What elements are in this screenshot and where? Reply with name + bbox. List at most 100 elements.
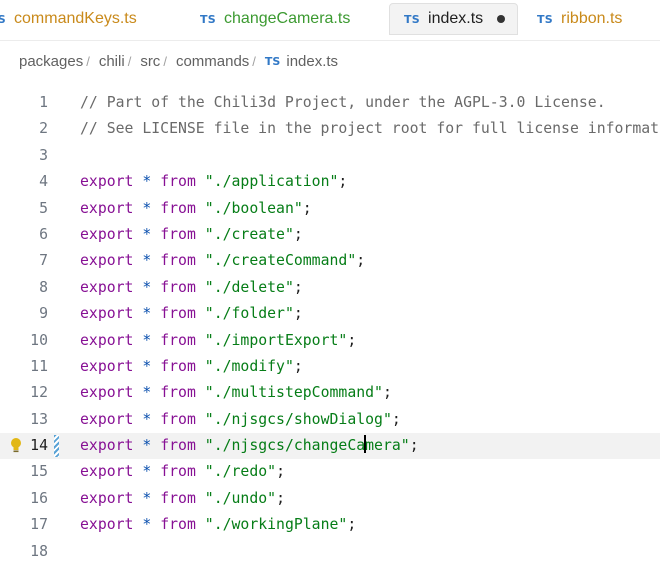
operator-star: * (142, 225, 152, 243)
code-line[interactable]: 16 export * from "./undo"; (0, 486, 660, 512)
line-number: 4 (39, 173, 48, 191)
string-literal: mera" (365, 437, 410, 455)
line-number: 1 (39, 94, 48, 111)
breadcrumb-item-src[interactable]: src (140, 53, 160, 70)
line-number: 11 (30, 357, 48, 375)
breadcrumb-item-file[interactable]: index.ts (286, 53, 338, 70)
keyword-from: from (160, 278, 196, 296)
code-text: export * from "./workingPlane"; (80, 512, 356, 538)
code-text: export * from "./multistepCommand"; (80, 380, 392, 406)
line-number: 9 (39, 305, 48, 323)
typescript-file-icon: TS (537, 12, 554, 26)
code-text: export * from "./undo"; (80, 486, 285, 512)
operator-star: * (142, 489, 152, 507)
code-text: export * from "./application"; (80, 169, 347, 195)
string-literal: "./createCommand" (204, 252, 357, 270)
code-line[interactable]: 6 export * from "./create"; (0, 222, 660, 248)
breadcrumb-item-packages[interactable]: packages (19, 53, 83, 70)
string-literal: "./undo" (204, 489, 277, 507)
code-line[interactable]: 15 export * from "./redo"; (0, 459, 660, 485)
punctuation-semicolon: ; (276, 489, 285, 507)
keyword-from: from (160, 199, 196, 217)
code-line[interactable]: 11 export * from "./modify"; (0, 354, 660, 380)
keyword-from: from (160, 173, 196, 191)
breadcrumb-item-chili[interactable]: chili (99, 53, 125, 70)
operator-star: * (142, 516, 152, 534)
keyword-export: export (80, 331, 134, 349)
keyword-from: from (160, 516, 196, 534)
breadcrumb-separator: / (163, 53, 167, 69)
breadcrumb-item-commands[interactable]: commands (176, 53, 249, 70)
breadcrumb-separator: / (252, 53, 256, 69)
code-editor[interactable]: 1 // Part of the Chili3d Project, under t… (0, 90, 660, 564)
string-literal: "./importExport" (204, 331, 348, 349)
code-text: export * from "./boolean"; (80, 196, 312, 222)
line-number: 12 (30, 384, 48, 402)
operator-star: * (142, 384, 152, 402)
string-literal: "./create" (204, 225, 294, 243)
typescript-file-icon: TS (404, 12, 421, 26)
code-line[interactable]: 7 export * from "./createCommand"; (0, 248, 660, 274)
operator-star: * (142, 357, 152, 375)
keyword-export: export (80, 173, 134, 191)
string-literal: "./delete" (204, 278, 294, 296)
keyword-export: export (80, 199, 134, 217)
code-line[interactable]: 10 export * from "./importExport"; (0, 328, 660, 354)
keyword-export: export (80, 410, 134, 428)
tab-changecamera[interactable]: TS changeCamera.ts (200, 3, 350, 35)
code-text: export * from "./njsgcs/showDialog"; (80, 407, 401, 433)
keyword-from: from (160, 331, 196, 349)
lightbulb-icon[interactable] (9, 437, 23, 455)
keyword-from: from (160, 489, 196, 507)
code-text: // See LICENSE file in the project root … (80, 116, 660, 142)
keyword-export: export (80, 278, 134, 296)
code-line[interactable]: 18 (0, 539, 660, 564)
code-line[interactable]: 3 (0, 143, 660, 169)
code-text: export * from "./createCommand"; (80, 248, 365, 274)
keyword-from: from (160, 463, 196, 481)
code-line[interactable]: 1 // Part of the Chili3d Project, under t… (0, 90, 660, 116)
typescript-file-icon: TS (264, 54, 281, 68)
code-line[interactable]: 12 export * from "./multistepCommand"; (0, 380, 660, 406)
tab-commandkeys[interactable]: TS commandKeys.ts (0, 3, 137, 35)
tab-index-active[interactable]: TS index.ts (389, 3, 519, 35)
code-line[interactable]: 14 export * from "./njsgcs/changeCamera"; (0, 433, 660, 460)
code-line[interactable]: 13 export * from "./njsgcs/showDialog"; (0, 407, 660, 433)
code-text: export * from "./importExport"; (80, 328, 356, 354)
keyword-export: export (80, 384, 134, 402)
code-line[interactable]: 9 export * from "./folder"; (0, 301, 660, 327)
editor-tab-bar: TS commandKeys.ts TS changeCamera.ts TS … (0, 0, 660, 41)
code-text: export * from "./njsgcs/changeCamera"; (80, 433, 419, 459)
line-number: 2 (39, 120, 48, 138)
line-number: 5 (39, 199, 48, 217)
punctuation-semicolon: ; (293, 225, 303, 243)
typescript-file-icon: TS (0, 12, 7, 26)
unsaved-dot-icon[interactable] (497, 15, 506, 23)
string-literal: "./boolean" (204, 199, 303, 217)
line-number: 18 (30, 542, 48, 560)
tab-ribbon[interactable]: TS ribbon.ts (537, 3, 622, 35)
keyword-export: export (80, 437, 134, 455)
keyword-from: from (160, 357, 196, 375)
string-literal: "./modify" (204, 357, 294, 375)
keyword-export: export (80, 489, 134, 507)
line-number: 3 (39, 146, 48, 164)
line-number: 7 (39, 252, 48, 270)
keyword-export: export (80, 252, 134, 270)
keyword-from: from (160, 252, 196, 270)
tab-label: changeCamera.ts (224, 10, 351, 27)
code-line[interactable]: 8 export * from "./delete"; (0, 275, 660, 301)
code-text: export * from "./redo"; (80, 459, 285, 485)
operator-star: * (142, 199, 152, 217)
punctuation-semicolon: ; (347, 331, 357, 349)
line-number: 15 (30, 463, 48, 481)
code-line[interactable]: 17 export * from "./workingPlane"; (0, 512, 660, 538)
code-line[interactable]: 5 export * from "./boolean"; (0, 196, 660, 222)
keyword-export: export (80, 516, 134, 534)
code-comment: // Part of the Chili3d Project, under th… (80, 94, 606, 111)
code-line[interactable]: 4 export * from "./application"; (0, 169, 660, 195)
code-line[interactable]: 2 // See LICENSE file in the project root… (0, 116, 660, 142)
string-literal: "./njsgcs/showDialog" (204, 410, 392, 428)
keyword-export: export (80, 225, 134, 243)
operator-star: * (142, 305, 152, 323)
